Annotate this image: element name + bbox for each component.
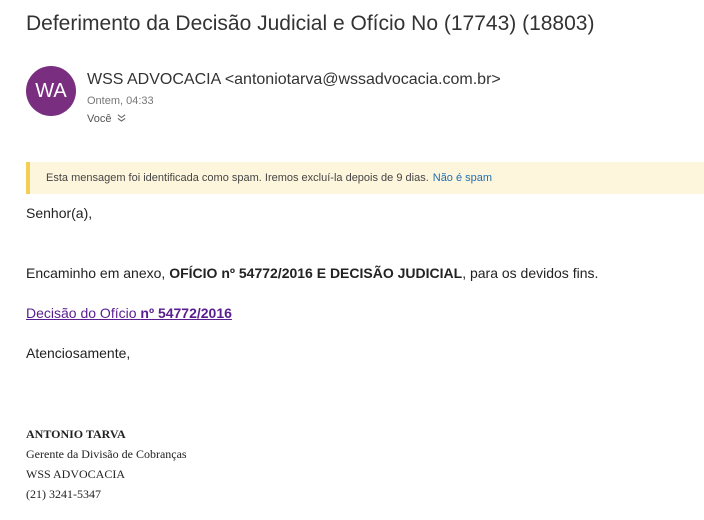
- recipient-label: Você: [87, 113, 112, 125]
- body-text: Encaminho em anexo,: [26, 265, 170, 281]
- body-bold-text: OFÍCIO nº 54772/2016 E DECISÃO JUDICIAL: [169, 265, 463, 281]
- chevron-down-icon: [117, 113, 126, 125]
- signature-company: WSS ADVOCACIA: [26, 467, 126, 481]
- not-spam-link[interactable]: Não é spam: [433, 172, 492, 184]
- greeting: Senhor(a),: [26, 205, 93, 221]
- attachment-link-bold: nº 54772/2016: [140, 305, 232, 321]
- spam-message: Esta mensagem foi identificada como spam…: [46, 172, 429, 184]
- body-paragraph: Encaminho em anexo, OFÍCIO nº 54772/2016…: [26, 265, 598, 281]
- attachment-link-text: Decisão do Ofício: [26, 305, 141, 321]
- email-subject: Deferimento da Decisão Judicial e Ofício…: [26, 12, 595, 35]
- recipient-toggle[interactable]: Você: [87, 113, 126, 125]
- attachment-link[interactable]: Decisão do Ofício nº 54772/2016: [26, 305, 232, 321]
- signature-role: Gerente da Divisão de Cobranças: [26, 447, 187, 461]
- avatar: WA: [26, 66, 76, 116]
- attachment-link-row: Decisão do Ofício nº 54772/2016: [26, 305, 232, 321]
- spam-banner: Esta mensagem foi identificada como spam…: [26, 162, 704, 194]
- sender: WSS ADVOCACIA <antoniotarva@wssadvocacia…: [87, 71, 501, 88]
- signature-name: ANTONIO TARVA: [26, 427, 126, 441]
- closing: Atenciosamente,: [26, 345, 131, 361]
- body-text-suffix: , para os devidos fins.: [462, 265, 599, 281]
- email-date: Ontem, 04:33: [87, 95, 154, 107]
- signature-phone: (21) 3241-5347: [26, 487, 101, 501]
